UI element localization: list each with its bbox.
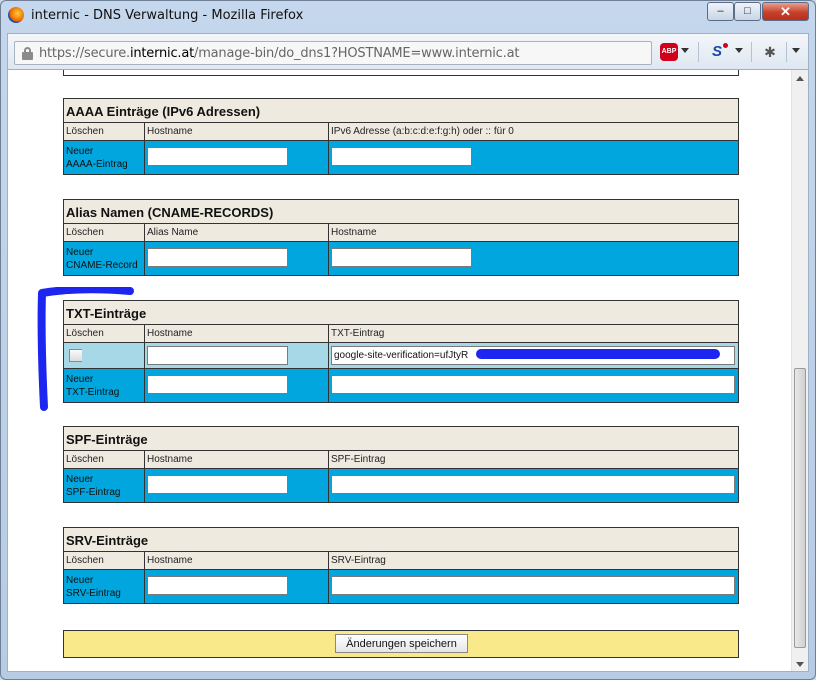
col-srv: SRV-Eintrag [331, 555, 386, 566]
txt-existing-row [64, 343, 738, 369]
maximize-button[interactable]: □ [734, 2, 761, 21]
s-addon-icon[interactable]: S [708, 43, 728, 61]
new-entry-label: Neuer AAAA-Eintrag [64, 141, 145, 174]
new-entry-row: Neuer SPF-Eintrag [64, 469, 738, 502]
redaction-mark [476, 349, 720, 359]
toolbar-divider [751, 42, 752, 62]
chevron-down-icon[interactable] [735, 48, 743, 53]
minimize-button[interactable]: – [707, 2, 734, 21]
col-hostname: Hostname [145, 451, 329, 468]
col-delete: Löschen [64, 552, 145, 569]
close-button[interactable]: ✕ [762, 2, 809, 21]
browser-window: internic - DNS Verwaltung - Mozilla Fire… [0, 0, 816, 680]
column-headers: Löschen Hostname IPv6 Adresse (a:b:c:d:e… [64, 123, 738, 141]
new-entry-label: Neuer TXT-Eintrag [64, 369, 145, 402]
menu-chevron-icon[interactable] [792, 48, 800, 53]
new-entry-row: Neuer SRV-Eintrag [64, 570, 738, 603]
section-title: TXT-Einträge [64, 301, 738, 325]
bug-icon[interactable]: ✱ [761, 44, 779, 60]
scrollbar-thumb[interactable] [794, 368, 806, 648]
url-text[interactable]: https://secure.internic.at/manage-bin/do… [39, 46, 519, 61]
vertical-scrollbar[interactable] [791, 70, 808, 671]
cname-alias-input[interactable] [147, 248, 288, 267]
lock-icon [22, 47, 33, 60]
col-hostname: Hostname [145, 123, 329, 140]
section-title: SPF-Einträge [64, 427, 738, 451]
new-entry-label: Neuer SPF-Eintrag [64, 469, 145, 502]
col-delete: Löschen [64, 123, 145, 140]
col-spf: SPF-Eintrag [331, 454, 386, 465]
col-delete: Löschen [64, 451, 145, 468]
toolbar-divider [786, 42, 787, 62]
save-bar: Änderungen speichern [63, 630, 739, 658]
delete-checkbox[interactable] [69, 349, 82, 362]
srv-value-input[interactable] [331, 576, 735, 595]
col-delete: Löschen [64, 325, 145, 342]
spf-hostname-input[interactable] [147, 475, 288, 494]
url-prefix: https://secure. [39, 46, 130, 61]
column-headers: Löschen Alias Name Hostname [64, 224, 738, 242]
s-addon-label: S [711, 43, 722, 60]
section-title: Alias Namen (CNAME-RECORDS) [64, 200, 738, 224]
column-headers: Löschen Hostname SRV-Eintrag [64, 552, 738, 570]
new-entry-row: Neuer AAAA-Eintrag [64, 141, 738, 174]
spf-section: SPF-Einträge Löschen Hostname SPF-Eintra… [63, 426, 739, 503]
chevron-down-icon[interactable] [681, 48, 689, 53]
aaaa-section: AAAA Einträge (IPv6 Adressen) Löschen Ho… [63, 98, 739, 175]
txt-new-hostname-input[interactable] [147, 375, 288, 394]
col-hostname: Hostname [145, 552, 329, 569]
cname-hostname-input[interactable] [331, 248, 472, 267]
cname-section: Alias Namen (CNAME-RECORDS) Löschen Alia… [63, 199, 739, 276]
aaaa-address-input[interactable] [331, 147, 472, 166]
page-content: AAAA Einträge (IPv6 Adressen) Löschen Ho… [7, 69, 809, 672]
navigation-bar: https://secure.internic.at/manage-bin/do… [7, 33, 809, 69]
window-title: internic - DNS Verwaltung - Mozilla Fire… [31, 8, 304, 23]
new-entry-row: Neuer CNAME-Record [64, 242, 738, 275]
srv-section: SRV-Einträge Löschen Hostname SRV-Eintra… [63, 527, 739, 604]
srv-hostname-input[interactable] [147, 576, 288, 595]
col-txt: TXT-Eintrag [331, 328, 385, 339]
txt-hostname-input[interactable] [147, 346, 288, 365]
section-title: SRV-Einträge [64, 528, 738, 552]
previous-section-end [63, 70, 739, 76]
new-entry-row: Neuer TXT-Eintrag [64, 369, 738, 402]
col-alias: Alias Name [145, 224, 329, 241]
firefox-icon [8, 7, 24, 23]
spf-value-input[interactable] [331, 475, 735, 494]
col-ipv6: IPv6 Adresse (a:b:c:d:e:f:g:h) oder :: f… [331, 126, 514, 137]
section-title: AAAA Einträge (IPv6 Adressen) [64, 99, 738, 123]
column-headers: Löschen Hostname SPF-Eintrag [64, 451, 738, 469]
aaaa-hostname-input[interactable] [147, 147, 288, 166]
toolbar-divider [698, 42, 699, 62]
col-delete: Löschen [64, 224, 145, 241]
url-domain: internic.at [129, 46, 195, 61]
column-headers: Löschen Hostname TXT-Eintrag [64, 325, 738, 343]
save-changes-button[interactable]: Änderungen speichern [335, 634, 468, 653]
scroll-down-icon[interactable] [796, 662, 804, 667]
txt-section: TXT-Einträge Löschen Hostname TXT-Eintra… [63, 300, 739, 403]
adblock-icon[interactable]: ABP [660, 43, 678, 61]
new-entry-label: Neuer CNAME-Record [64, 242, 145, 275]
url-path: /manage-bin/do_dns1?HOSTNAME=www.interni… [194, 46, 520, 61]
scroll-up-icon[interactable] [796, 76, 804, 81]
title-bar: internic - DNS Verwaltung - Mozilla Fire… [1, 1, 815, 31]
url-bar[interactable]: https://secure.internic.at/manage-bin/do… [14, 41, 652, 65]
col-hostname: Hostname [331, 227, 377, 238]
col-hostname: Hostname [145, 325, 329, 342]
new-entry-label: Neuer SRV-Eintrag [64, 570, 145, 603]
txt-new-value-input[interactable] [331, 375, 735, 394]
